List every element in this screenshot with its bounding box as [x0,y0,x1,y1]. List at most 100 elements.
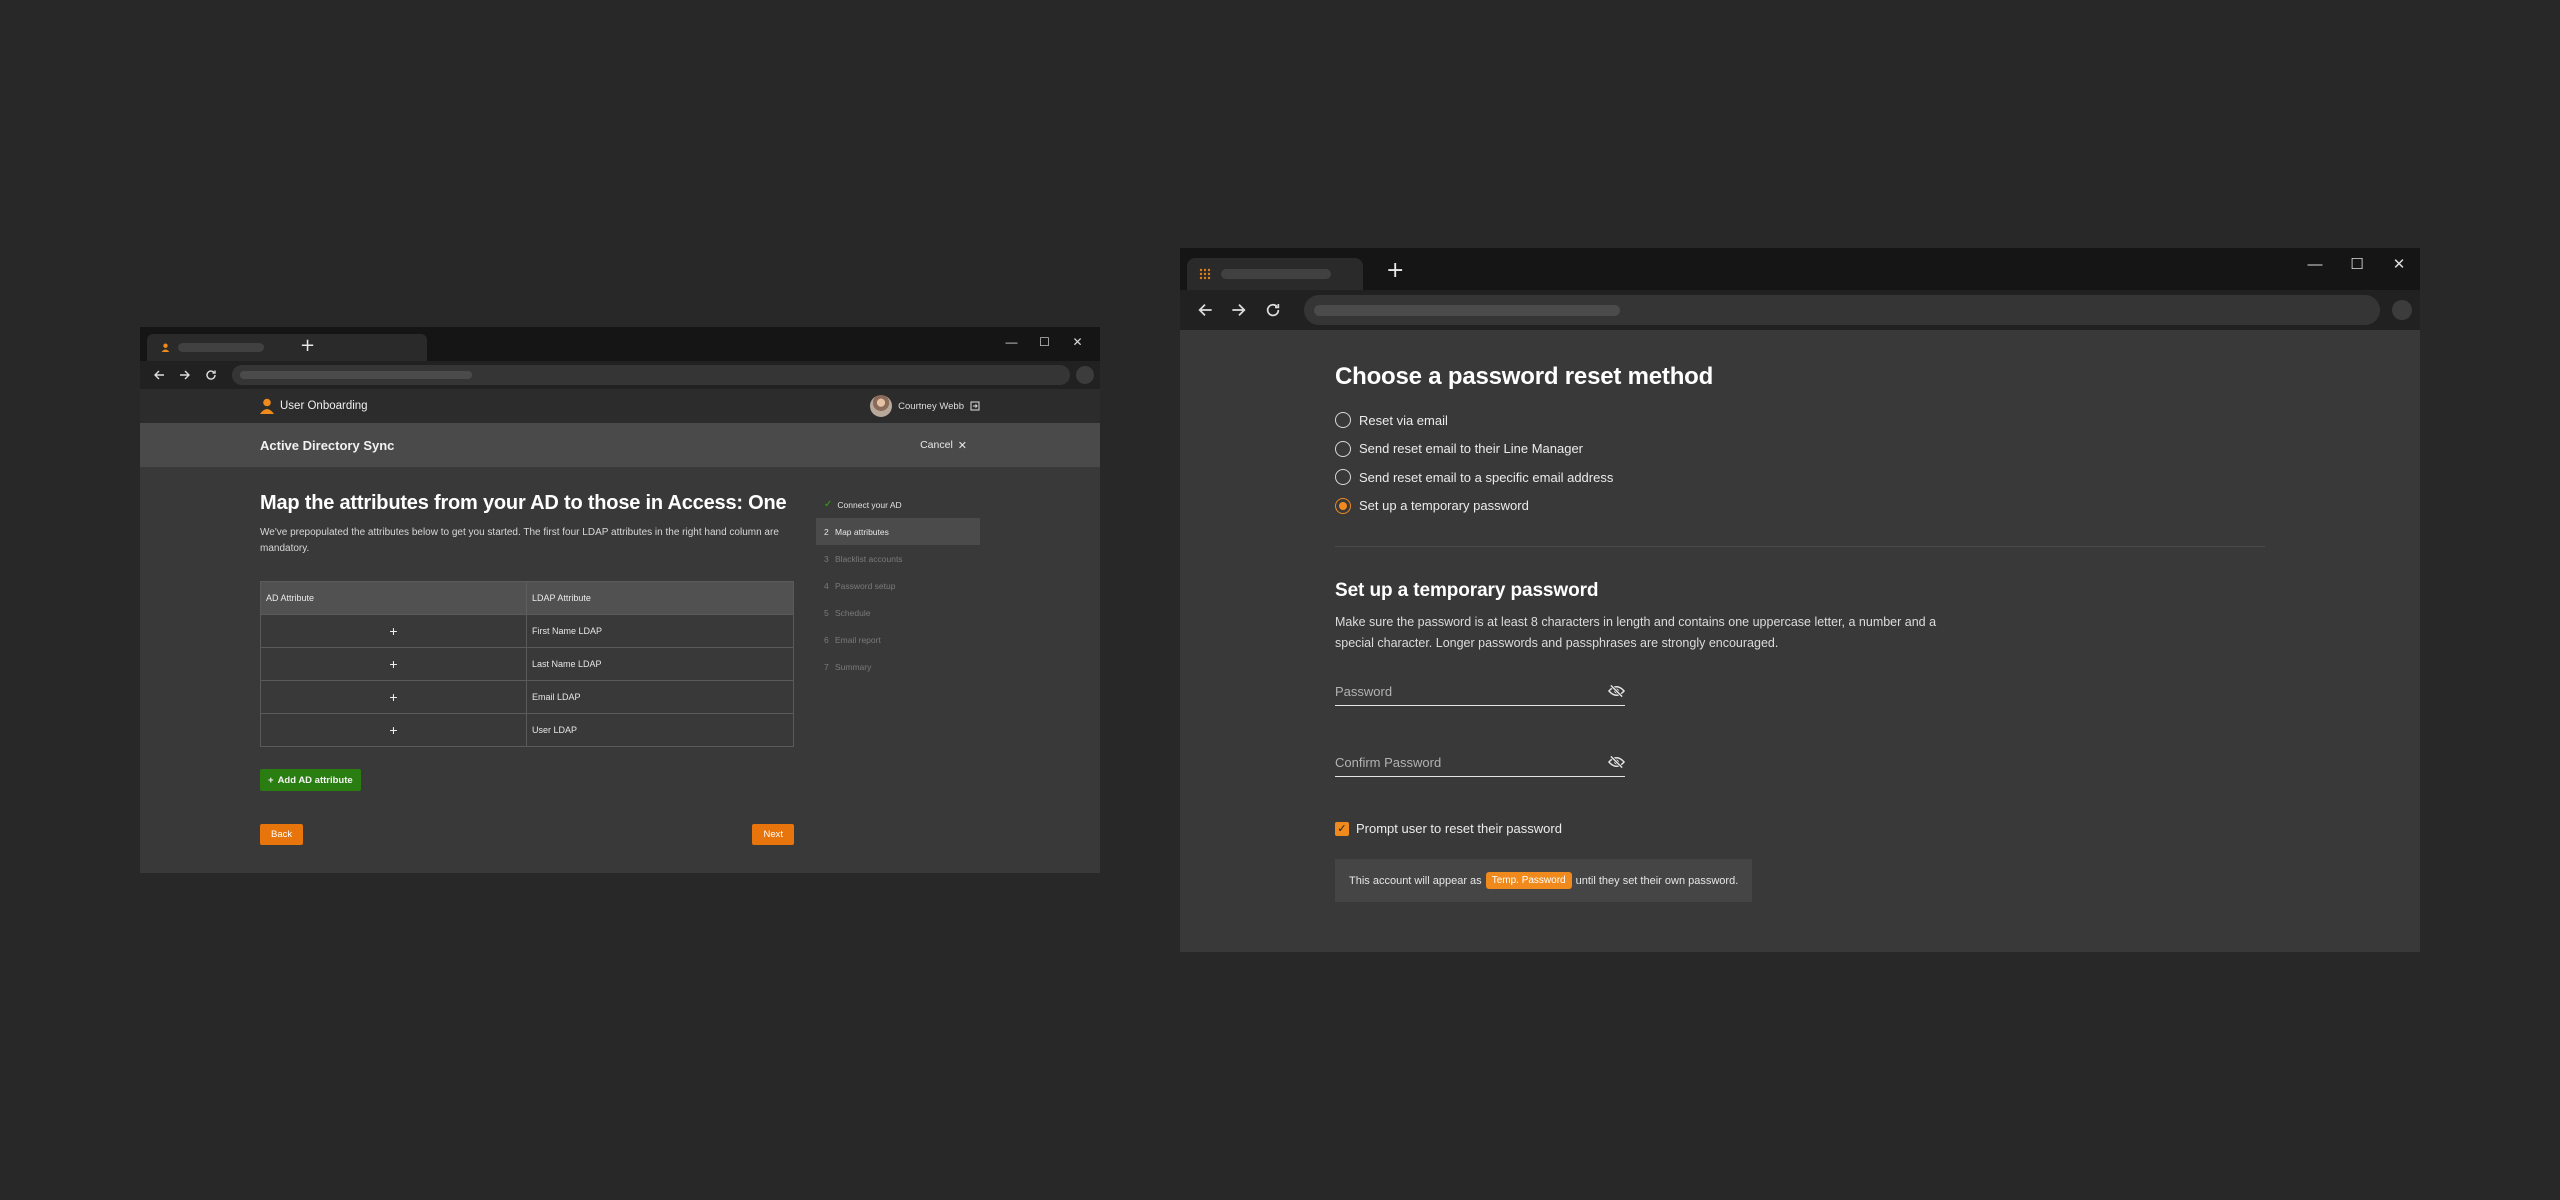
maximize-icon[interactable]: ☐ [2336,252,2378,276]
browser-tab[interactable] [147,334,427,361]
radio-button[interactable] [1335,440,1351,457]
step-number: 2 [824,526,829,537]
next-button[interactable]: Next [752,824,794,845]
step-number: 6 [824,634,829,645]
radio-button-selected[interactable] [1335,497,1351,514]
reload-icon[interactable] [1256,294,1290,326]
app-header: User Onboarding Courtney Webb [140,389,1100,423]
address-bar[interactable] [232,365,1070,385]
checkmark-icon: ✓ [824,499,833,510]
ldap-attribute-cell: User LDAP [532,725,578,735]
wizard-header: Active Directory Sync Cancel ✕ [140,423,1100,467]
option-label: Reset via email [1359,412,1448,428]
password-reset-browser-window: + — ☐ ✕ Choose a password reset method R… [1180,248,2420,952]
step-connect-ad[interactable]: ✓ Connect your AD [816,491,980,518]
section-description: Make sure the password is at least 8 cha… [1335,615,1937,650]
radio-button[interactable] [1335,412,1351,429]
ldap-attribute-cell: First Name LDAP [532,626,603,636]
step-number: 5 [824,607,829,618]
new-tab-icon[interactable]: + [1386,260,1404,282]
table-row: + Email LDAP [261,680,793,713]
option-temporary-password[interactable]: Set up a temporary password [1335,492,2265,521]
minimize-icon[interactable]: — [2294,252,2336,276]
back-arrow-icon[interactable] [1188,294,1222,326]
user-favicon-icon [161,343,170,352]
table-header: AD Attribute LDAP Attribute [261,582,793,614]
add-ad-attribute-cell[interactable]: + [261,681,527,713]
tab-strip: + — ☐ ✕ [140,327,1100,361]
page-title: Choose a password reset method [1335,363,1714,390]
step-label: Blacklist accounts [835,553,903,564]
temp-password-badge: Temp. Password [1485,872,1572,889]
forward-arrow-icon[interactable] [172,363,198,387]
eye-off-icon[interactable] [1608,684,1625,698]
profile-icon[interactable] [1076,366,1094,384]
password-field[interactable]: Password [1335,677,1625,706]
confirm-password-placeholder: Confirm Password [1335,754,1442,770]
eye-off-icon[interactable] [1608,755,1625,769]
add-ad-attribute-cell[interactable]: + [261,714,527,746]
profile-icon[interactable] [2392,300,2412,320]
note-text-before: This account will appear as [1349,874,1482,887]
avatar[interactable] [870,395,893,417]
prompt-reset-checkbox-row[interactable]: ✓ Prompt user to reset their password [1335,821,2265,836]
add-ad-attribute-cell[interactable]: + [261,615,527,647]
close-window-icon[interactable]: ✕ [1061,332,1094,352]
step-label: Summary [835,661,872,672]
note-text-after: until they set their own password. [1575,874,1739,887]
logout-icon[interactable] [970,401,980,411]
address-bar[interactable] [1304,295,2380,325]
maximize-icon[interactable]: ☐ [1028,332,1061,352]
option-label: Send reset email to a specific email add… [1359,469,1614,485]
cancel-button[interactable]: Cancel ✕ [920,439,967,452]
option-label: Send reset email to their Line Manager [1359,441,1584,457]
browser-tab[interactable] [1187,258,1363,290]
tab-title-placeholder [1221,269,1331,279]
checkbox-checked[interactable]: ✓ [1335,821,1349,836]
table-row: + Last Name LDAP [261,647,793,680]
user-logo-icon [260,398,274,414]
option-reset-via-email[interactable]: Reset via email [1335,406,2265,435]
table-row: + User LDAP [261,713,793,746]
app-title: User Onboarding [280,400,368,412]
onboarding-browser-window: + — ☐ ✕ User Onboarding Courtney Webb Ac… [140,327,1100,873]
step-label: Email report [835,634,881,645]
ldap-attribute-cell: Last Name LDAP [532,659,602,669]
radio-button[interactable] [1335,469,1351,486]
add-ad-attribute-button[interactable]: + Add AD attribute [260,769,361,791]
column-header-ad: AD Attribute [261,582,527,614]
wizard-steps: ✓ Connect your AD 2 Map attributes 3 Bla… [816,491,980,680]
step-label: Map attributes [835,526,889,537]
section-divider [1335,546,2265,547]
reload-icon[interactable] [198,363,224,387]
wizard-footer: Back Next [260,824,794,845]
ldap-attribute-cell: Email LDAP [532,692,581,702]
section-title: Set up a temporary password [1335,580,1599,601]
back-arrow-icon[interactable] [146,363,172,387]
page-description: We've prepopulated the attributes below … [260,527,779,554]
tab-strip: + — ☐ ✕ [1180,248,2420,290]
step-map-attributes[interactable]: 2 Map attributes [816,518,980,545]
forward-arrow-icon[interactable] [1222,294,1256,326]
add-ad-attribute-cell[interactable]: + [261,648,527,680]
column-header-ldap: LDAP Attribute [532,593,591,603]
step-schedule: 5 Schedule [816,599,980,626]
page-title: Map the attributes from your AD to those… [260,492,787,514]
option-line-manager[interactable]: Send reset email to their Line Manager [1335,435,2265,464]
close-icon: ✕ [957,439,967,452]
back-button[interactable]: Back [260,824,304,845]
user-name: Courtney Webb [898,400,964,412]
tab-title-placeholder [178,343,264,352]
step-email-report: 6 Email report [816,626,980,653]
option-specific-email[interactable]: Send reset email to a specific email add… [1335,463,2265,492]
close-window-icon[interactable]: ✕ [2378,252,2420,276]
step-label: Password setup [835,580,896,591]
step-blacklist-accounts: 3 Blacklist accounts [816,545,980,572]
new-tab-icon[interactable]: + [300,337,315,355]
step-number: 7 [824,661,829,672]
browser-toolbar [140,361,1100,389]
minimize-icon[interactable]: — [995,332,1028,352]
url-placeholder [240,371,472,379]
window-controls: — ☐ ✕ [2294,252,2420,276]
confirm-password-field[interactable]: Confirm Password [1335,748,1625,777]
